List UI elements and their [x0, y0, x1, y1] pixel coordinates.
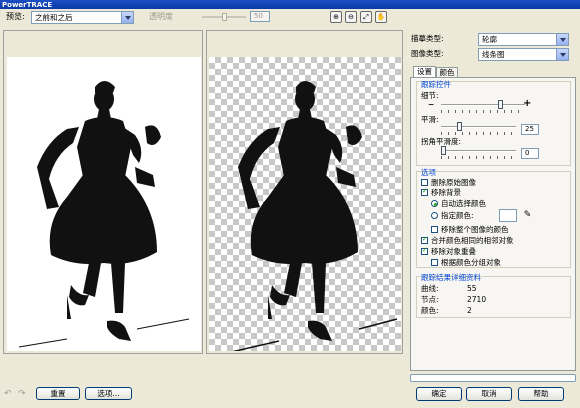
- corner-smoothness-slider[interactable]: [441, 146, 516, 159]
- zoom-out-icon: ⊖: [348, 13, 354, 21]
- zoom-in-icon: ⊕: [333, 13, 339, 21]
- after-preview-pane[interactable]: [206, 30, 403, 354]
- detail-label: 细节:: [421, 91, 439, 100]
- detail-minus-icon[interactable]: −: [428, 100, 434, 109]
- corner-smoothness-label: 拐角平滑度:: [421, 137, 462, 146]
- corner-smoothness-slider-thumb[interactable]: [441, 146, 446, 155]
- merge-adjacent-label: 合并颜色相同的相邻对象: [431, 236, 514, 245]
- nodes-value: 2710: [467, 295, 487, 304]
- delete-original-label: 删除原始图像: [431, 178, 476, 187]
- preview-label: 预览:: [6, 12, 25, 21]
- trace-type-select[interactable]: 轮廓: [478, 33, 569, 46]
- original-image-graphic: [18, 81, 190, 348]
- chevron-down-icon: [556, 49, 568, 60]
- nodes-label: 节点:: [421, 295, 439, 304]
- specify-color-label: 指定颜色:: [441, 211, 474, 220]
- auto-color-radio[interactable]: [431, 200, 438, 207]
- tab-colors-label: 颜色: [439, 68, 455, 77]
- auto-color-label: 自动选择颜色: [441, 199, 486, 208]
- remove-background-label: 移除背景: [431, 188, 461, 197]
- reset-button[interactable]: 重置: [36, 387, 80, 400]
- transparency-input[interactable]: 50: [250, 11, 270, 22]
- zoom-fit-button[interactable]: ⤢: [360, 11, 372, 23]
- pan-button[interactable]: ✋: [375, 11, 387, 23]
- transparency-slider-thumb[interactable]: [222, 13, 227, 21]
- colors-label: 颜色:: [421, 306, 439, 315]
- traced-image-graphic: [226, 81, 398, 354]
- cancel-button[interactable]: 取消: [466, 387, 512, 401]
- image-type-value: 线条图: [482, 50, 505, 59]
- eyedropper-icon[interactable]: ✎: [521, 209, 534, 222]
- remove-background-checkbox[interactable]: [421, 187, 428, 196]
- image-type-select[interactable]: 线条图: [478, 48, 569, 61]
- merge-adjacent-checkbox[interactable]: [421, 235, 428, 244]
- preview-select-value: 之前和之后: [35, 13, 73, 22]
- detail-slider[interactable]: [441, 100, 525, 113]
- preview-select[interactable]: 之前和之后: [31, 11, 134, 24]
- remove-overlap-checkbox[interactable]: [421, 246, 428, 255]
- traced-image: [209, 57, 401, 354]
- colors-value: 2: [467, 306, 472, 315]
- chevron-down-icon: [556, 34, 568, 45]
- options-button[interactable]: 选项...: [85, 387, 132, 400]
- trace-results-title: 跟踪结果详细资料: [421, 273, 481, 282]
- trace-results-group: [416, 276, 571, 318]
- ok-button[interactable]: 确定: [416, 387, 462, 401]
- detail-plus-icon[interactable]: +: [523, 99, 531, 109]
- before-preview-pane[interactable]: [3, 30, 203, 354]
- title-bar: PowerTRACE: [0, 0, 580, 9]
- remove-overlap-label: 移除对象重叠: [431, 247, 476, 256]
- specify-color-radio[interactable]: [431, 212, 438, 219]
- image-type-label: 图像类型:: [411, 49, 444, 58]
- curves-label: 曲线:: [421, 284, 439, 293]
- smoothing-label: 平滑:: [421, 115, 439, 124]
- settings-panel: 跟踪控件 细节: − + 平滑: 25 拐角平滑度: 0 选项 删除原始图像 移…: [410, 77, 576, 371]
- help-button[interactable]: 帮助: [518, 387, 564, 401]
- curves-value: 55: [467, 284, 477, 293]
- progress-bar: [410, 374, 576, 382]
- corner-smoothness-input[interactable]: 0: [521, 148, 539, 159]
- transparency-label: 透明度: [149, 12, 173, 21]
- trace-type-label: 描摹类型:: [411, 34, 444, 43]
- redo-icon[interactable]: ↷: [18, 389, 28, 399]
- remove-whole-image-color-label: 移除整个图像的颜色: [441, 225, 509, 234]
- trace-type-value: 轮廓: [482, 35, 497, 44]
- fit-to-window-icon: ⤢: [363, 13, 369, 21]
- delete-original-checkbox[interactable]: [421, 179, 428, 186]
- zoom-in-button[interactable]: ⊕: [330, 11, 342, 23]
- trace-controls-title: 跟踪控件: [421, 80, 451, 89]
- original-image: [7, 57, 201, 351]
- hand-icon: ✋: [376, 13, 386, 21]
- smoothing-slider-thumb[interactable]: [457, 122, 462, 131]
- smoothing-slider[interactable]: [441, 122, 516, 135]
- group-by-color-checkbox[interactable]: [431, 259, 438, 266]
- color-swatch[interactable]: [499, 209, 517, 222]
- detail-slider-thumb[interactable]: [498, 100, 503, 109]
- remove-whole-image-color-checkbox[interactable]: [431, 226, 438, 233]
- undo-icon[interactable]: ↶: [4, 389, 14, 399]
- tab-settings-label: 设置: [417, 67, 432, 76]
- smoothing-input[interactable]: 25: [521, 124, 539, 135]
- chevron-down-icon: [121, 12, 133, 23]
- zoom-out-button[interactable]: ⊖: [345, 11, 357, 23]
- window-title: PowerTRACE: [2, 1, 53, 9]
- options-title: 选项: [421, 168, 436, 177]
- group-by-color-label: 根据颜色分组对象: [441, 258, 501, 267]
- transparency-slider[interactable]: [202, 13, 246, 21]
